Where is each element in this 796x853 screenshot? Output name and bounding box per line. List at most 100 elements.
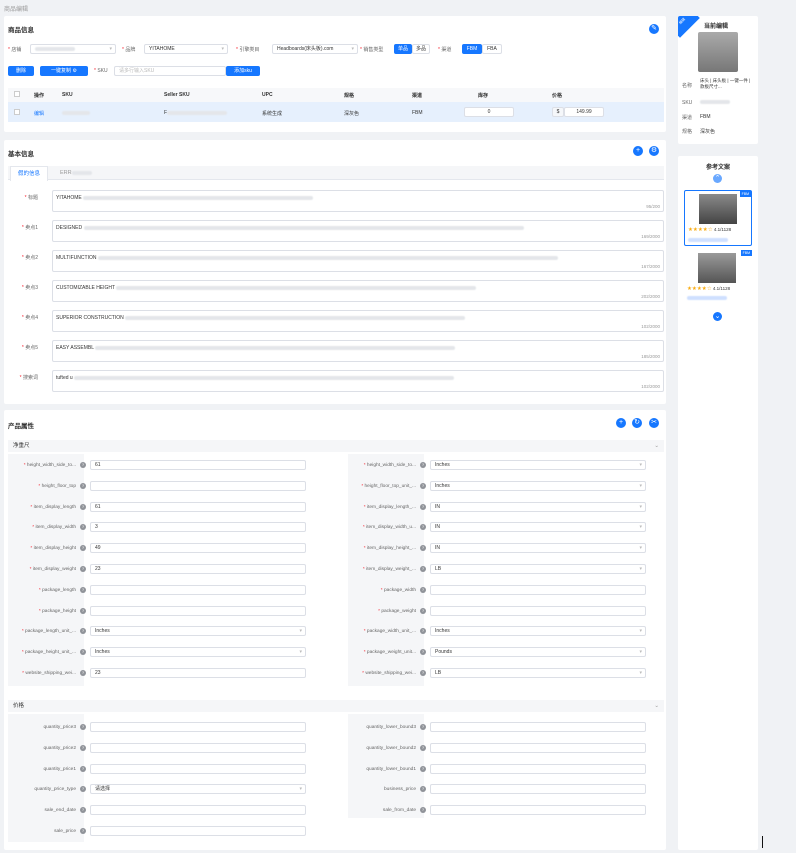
- attr-input[interactable]: 61: [90, 501, 306, 512]
- add-attr-icon[interactable]: +: [616, 418, 626, 428]
- channel-fbm[interactable]: FBM: [462, 44, 482, 54]
- group-price[interactable]: 价格 ⌄: [8, 700, 664, 712]
- help-icon[interactable]: ?: [420, 649, 426, 656]
- row-checkbox[interactable]: [14, 109, 20, 115]
- help-icon[interactable]: ?: [420, 524, 426, 531]
- row-stock-input[interactable]: 0: [464, 107, 514, 117]
- row-edit-link[interactable]: 编辑: [34, 110, 44, 117]
- help-icon[interactable]: ?: [420, 724, 426, 730]
- scroll-up-icon[interactable]: ⌃: [713, 174, 722, 183]
- help-icon[interactable]: ?: [80, 503, 86, 510]
- basic-field-textarea[interactable]: YITAHOME 95/200: [52, 190, 664, 212]
- add-sku-button[interactable]: 添加sku: [226, 66, 260, 76]
- help-icon[interactable]: ?: [80, 607, 86, 614]
- group-net-size[interactable]: 净重尺 ⌄: [8, 440, 664, 452]
- basic-field-textarea[interactable]: CUSTOMIZABLE HEIGHT 202/2000: [52, 280, 664, 302]
- attr-input[interactable]: 23: [90, 668, 306, 678]
- copy-button[interactable]: 一键复制 ⚙: [40, 66, 88, 76]
- help-icon[interactable]: ?: [420, 482, 426, 489]
- help-icon[interactable]: ?: [80, 744, 86, 751]
- help-icon[interactable]: ?: [80, 628, 86, 635]
- help-icon[interactable]: ?: [80, 462, 86, 468]
- reference-card-1[interactable]: FBM ★★★★☆ 4.1/1128: [684, 190, 752, 246]
- help-icon[interactable]: ?: [80, 828, 86, 834]
- help-icon[interactable]: ?: [80, 524, 86, 531]
- tab-active[interactable]: 假的信息: [10, 166, 48, 181]
- attr-select[interactable]: LB ▾: [430, 564, 646, 574]
- tab-other[interactable]: ERR: [60, 166, 92, 180]
- attr-select[interactable]: Pounds ▾: [430, 647, 646, 658]
- basic-field-textarea[interactable]: EASY ASSEMBL 185/2000: [52, 340, 664, 362]
- sku-input[interactable]: 请多行输入SKU: [114, 66, 226, 76]
- help-icon[interactable]: ?: [420, 628, 426, 635]
- shop-select[interactable]: ▾: [30, 44, 116, 54]
- attr-input[interactable]: [90, 742, 306, 753]
- attr-input[interactable]: [430, 742, 646, 753]
- help-icon[interactable]: ?: [420, 586, 426, 593]
- help-icon[interactable]: ?: [80, 586, 86, 593]
- attr-input[interactable]: [90, 805, 306, 816]
- basic-field-textarea[interactable]: SUPERIOR CONSTRUCTION 102/2000: [52, 310, 664, 332]
- help-icon[interactable]: ?: [420, 607, 426, 614]
- attr-input[interactable]: [430, 605, 646, 616]
- brand-select[interactable]: YITAHOME ▾: [144, 44, 228, 54]
- attr-select[interactable]: Inches ▾: [430, 460, 646, 470]
- help-icon[interactable]: ?: [80, 807, 86, 814]
- help-icon[interactable]: ?: [420, 786, 426, 793]
- help-icon[interactable]: ?: [420, 807, 426, 814]
- attr-input[interactable]: [90, 584, 306, 595]
- attr-input[interactable]: 3: [90, 522, 306, 533]
- help-icon[interactable]: ?: [80, 786, 86, 793]
- sale-type-single[interactable]: 单品: [394, 44, 412, 54]
- channel-fba[interactable]: FBA: [482, 44, 502, 54]
- help-icon[interactable]: ?: [80, 545, 86, 552]
- help-icon[interactable]: ?: [420, 545, 426, 552]
- attr-select[interactable]: 请选择 ▾: [90, 784, 306, 795]
- sale-type-multi[interactable]: 多品: [412, 44, 430, 54]
- help-icon[interactable]: ?: [80, 649, 86, 656]
- help-icon[interactable]: ?: [80, 765, 86, 772]
- help-icon[interactable]: ?: [420, 462, 426, 468]
- attr-input[interactable]: [430, 722, 646, 732]
- reference-card-2[interactable]: FBM ★★★★☆ 4.1/1128: [684, 250, 752, 300]
- attr-select[interactable]: IN ▾: [430, 543, 646, 554]
- select-all-checkbox[interactable]: [14, 91, 20, 97]
- help-icon[interactable]: ?: [80, 724, 86, 730]
- basic-field-textarea[interactable]: MULTIFUNCTION 167/2000: [52, 250, 664, 272]
- attr-input[interactable]: [90, 763, 306, 774]
- help-icon[interactable]: ?: [420, 566, 426, 572]
- attr-select[interactable]: IN ▾: [430, 522, 646, 533]
- attr-input[interactable]: 49: [90, 543, 306, 554]
- help-icon[interactable]: ?: [80, 482, 86, 489]
- attr-input[interactable]: [430, 784, 646, 795]
- attr-input[interactable]: [90, 826, 306, 836]
- settings-icon[interactable]: ⚙: [649, 146, 659, 156]
- basic-field-textarea[interactable]: tufted u 102/2000: [52, 370, 664, 392]
- attr-input[interactable]: [90, 480, 306, 491]
- scroll-down-icon[interactable]: ⌄: [713, 312, 722, 321]
- attr-input[interactable]: [430, 584, 646, 595]
- attr-input[interactable]: [90, 605, 306, 616]
- attr-input[interactable]: [430, 805, 646, 816]
- refresh-icon[interactable]: ↻: [632, 418, 642, 428]
- row-price-input[interactable]: 149.99: [564, 107, 604, 117]
- attr-select[interactable]: Inches ▾: [430, 626, 646, 637]
- attr-select[interactable]: Inches ▾: [90, 647, 306, 658]
- delete-button[interactable]: 删除: [8, 66, 34, 76]
- help-icon[interactable]: ?: [420, 744, 426, 751]
- help-icon[interactable]: ?: [420, 503, 426, 510]
- add-icon[interactable]: +: [633, 146, 643, 156]
- attr-input[interactable]: [90, 722, 306, 732]
- attr-input[interactable]: 23: [90, 564, 306, 574]
- basic-field-textarea[interactable]: DESIGNED 169/2000: [52, 220, 664, 242]
- category-select[interactable]: Headboards(床头板).com ▾: [272, 44, 358, 54]
- edit-icon[interactable]: ✎: [649, 24, 659, 34]
- help-icon[interactable]: ?: [420, 670, 426, 676]
- attr-select[interactable]: Inches ▾: [90, 626, 306, 637]
- help-icon[interactable]: ?: [420, 765, 426, 772]
- attr-select[interactable]: Inches ▾: [430, 480, 646, 491]
- attr-select[interactable]: IN ▾: [430, 501, 646, 512]
- help-icon[interactable]: ?: [80, 670, 86, 676]
- help-icon[interactable]: ?: [80, 566, 86, 572]
- attr-select[interactable]: LB ▾: [430, 668, 646, 678]
